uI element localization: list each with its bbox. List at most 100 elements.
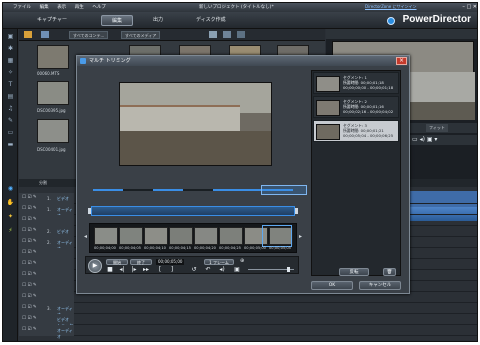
prev-frame-icon[interactable]: ◂| xyxy=(118,265,126,274)
track-header: ☐ ☑ ✎3.オーディオ xyxy=(19,303,74,317)
segment-range: 00;00;02;16 - 00;00;04;02 xyxy=(343,109,394,114)
track-toggle-icons[interactable]: ☐ ☑ ✎ xyxy=(22,195,37,200)
track-toggle-icons[interactable]: ☐ ☑ ✎ xyxy=(22,294,37,299)
grid-icon[interactable] xyxy=(237,31,245,38)
track-toggle-icons[interactable]: ☐ ☑ ✎ xyxy=(22,239,37,244)
signin-link[interactable]: DirectorZone にサインイン xyxy=(365,4,417,10)
segment-item[interactable]: セグメント: 2 所要時間: 00;00;01;16 00;00;02;16 -… xyxy=(313,96,399,118)
next-frame-icon[interactable]: |▸ xyxy=(130,265,138,274)
film-prev-arrow-icon[interactable]: ◂ xyxy=(84,233,87,240)
audio-mix-room-icon[interactable]: ♫ xyxy=(6,105,15,112)
magic-tools-icon[interactable]: ✦ xyxy=(6,213,15,220)
chapter-room-icon[interactable]: ▭ xyxy=(6,129,15,136)
tab-produce[interactable]: 出力 xyxy=(143,15,173,26)
current-frame-marker[interactable] xyxy=(262,225,292,247)
window-controls[interactable]: – □ ✕ xyxy=(462,4,477,10)
voice-room-icon[interactable]: ✎ xyxy=(6,117,15,124)
pip-room-icon[interactable]: ▦ xyxy=(6,57,15,64)
track-toggle-icons[interactable]: ☐ ☑ ✎ xyxy=(22,283,37,288)
mark-out-icon[interactable]: ] xyxy=(168,265,176,274)
import-folder-icon[interactable] xyxy=(24,31,32,38)
close-icon[interactable]: ✕ xyxy=(473,4,477,10)
timeline-view-icon[interactable]: ◉ xyxy=(6,185,15,192)
play-button[interactable]: ▶ xyxy=(88,259,102,273)
mark-in-icon[interactable]: [ xyxy=(156,265,164,274)
film-frame[interactable] xyxy=(169,227,193,245)
split-tab[interactable]: 分割 xyxy=(39,180,47,186)
track-header: ☐ ☑ ✎ xyxy=(19,281,74,292)
film-frame[interactable] xyxy=(119,227,143,245)
film-frame[interactable] xyxy=(144,227,168,245)
film-next-arrow-icon[interactable]: ▸ xyxy=(299,233,302,240)
track-toggle-icons[interactable]: ☐ ☑ ✎ xyxy=(22,327,37,332)
reverse-button[interactable]: 反転 xyxy=(339,268,369,276)
tab-disc[interactable]: ディスク作成 xyxy=(186,15,236,26)
ok-button[interactable]: OK xyxy=(311,281,353,290)
zoom-fit-select[interactable]: フィット xyxy=(426,124,448,132)
capture-icon[interactable] xyxy=(41,31,49,38)
tab-edit[interactable]: 編集 xyxy=(101,15,134,26)
menu-bar: ファイル 編集 表示 再生 ヘルプ xyxy=(13,4,113,10)
track-toggle-icons[interactable]: ☐ ☑ ✎ xyxy=(22,217,37,222)
film-frame[interactable] xyxy=(219,227,243,245)
scrub-end-handle[interactable] xyxy=(295,208,298,214)
loop-icon[interactable]: ↺ xyxy=(190,265,198,274)
segment-item-selected[interactable]: セグメント: 3 所要時間: 00;00;01;21 00;00;05;04 -… xyxy=(313,120,399,142)
minimize-icon[interactable]: – xyxy=(462,4,465,10)
title-room-icon[interactable]: T xyxy=(6,81,15,88)
library-item-video[interactable] xyxy=(37,45,69,69)
segment-selection-frame[interactable] xyxy=(261,185,307,195)
zoom-icon[interactable]: ⊕ xyxy=(240,258,244,264)
particle-room-icon[interactable]: ✧ xyxy=(6,69,15,76)
library-item-image[interactable] xyxy=(37,119,69,143)
media-room-icon[interactable]: ▣ xyxy=(6,33,15,40)
maximize-icon[interactable]: □ xyxy=(466,4,471,10)
keyframe-icon[interactable]: ⚡ xyxy=(6,227,15,234)
transition-room-icon[interactable]: ▤ xyxy=(6,93,15,100)
track-toggle-icons[interactable]: ☐ ☑ ✎ xyxy=(22,305,37,310)
track-toggle-icons[interactable]: ☐ ☑ ✎ xyxy=(22,206,37,211)
library-item-image[interactable] xyxy=(37,81,69,105)
volume-slider[interactable] xyxy=(248,267,294,272)
track-toggle-icons[interactable]: ☐ ☑ ✎ xyxy=(22,250,37,255)
track-toggle-icons[interactable]: ☐ ☑ ✎ xyxy=(22,228,37,233)
content-filter-select[interactable]: すべてのコンテ... xyxy=(69,31,109,39)
stop-icon[interactable]: ■ xyxy=(106,265,114,274)
cancel-button[interactable]: キャンセル xyxy=(359,281,401,290)
timeline-track[interactable]: ☐ ☑ ✎ オーディオ xyxy=(19,325,477,339)
library-item-label: DSC00395.jpg xyxy=(37,108,66,113)
timeline-track[interactable]: ☐ ☑ ✎3.オーディオ xyxy=(19,303,477,317)
preview-control-icons[interactable]: ▭ ◂) ▣ ▾ xyxy=(412,136,437,143)
subtitle-room-icon[interactable]: ▬ xyxy=(6,141,15,148)
segment-item[interactable]: セグメント: 1 所要時間: 00;00;01;18 00;00;00;00 -… xyxy=(313,72,399,94)
scrub-start-handle[interactable] xyxy=(88,208,91,214)
trim-scrub-bar[interactable] xyxy=(88,206,298,216)
timeline-track[interactable]: ☐ ☑ ✎ビデオ トラック xyxy=(19,314,477,328)
menu-edit[interactable]: 編集 xyxy=(40,5,49,10)
fast-forward-icon[interactable]: ▸▸ xyxy=(142,265,150,274)
menu-help[interactable]: ヘルプ xyxy=(92,5,106,10)
menu-play[interactable]: 再生 xyxy=(75,5,84,10)
app-window: ファイル 編集 表示 再生 ヘルプ 新しいプロジェクト (タイトルなし)* Di… xyxy=(2,2,478,342)
trim-preview-train xyxy=(120,105,240,131)
view-icon[interactable] xyxy=(209,31,217,38)
menu-view[interactable]: 表示 xyxy=(57,5,66,10)
track-toggle-icons[interactable]: ☐ ☑ ✎ xyxy=(22,272,37,277)
film-frame[interactable] xyxy=(194,227,218,245)
dialog-close-button[interactable]: × xyxy=(396,57,407,65)
tab-capture[interactable]: キャプチャー xyxy=(27,15,77,26)
undo-icon[interactable]: ↶ xyxy=(204,265,212,274)
track-toggle-icons[interactable]: ☐ ☑ ✎ xyxy=(22,261,37,266)
sort-icon[interactable] xyxy=(223,31,231,38)
media-filter-select[interactable]: すべてのメディア xyxy=(121,31,161,39)
fix-enhance-icon[interactable]: ✋ xyxy=(6,199,15,206)
track-toggle-icons[interactable]: ☐ ☑ ✎ xyxy=(22,316,37,321)
menu-file[interactable]: ファイル xyxy=(13,5,31,10)
volume-icon[interactable]: ◂) xyxy=(218,265,226,274)
volume-slider-knob[interactable] xyxy=(287,267,290,272)
effect-room-icon[interactable]: ✱ xyxy=(6,45,15,52)
delete-segment-button[interactable]: 🗑 xyxy=(383,268,396,276)
snapshot-icon[interactable]: ▣ xyxy=(232,265,242,274)
segment-range: 00;00;00;00 - 00;00;01;18 xyxy=(343,85,394,90)
film-frame[interactable] xyxy=(94,227,118,245)
